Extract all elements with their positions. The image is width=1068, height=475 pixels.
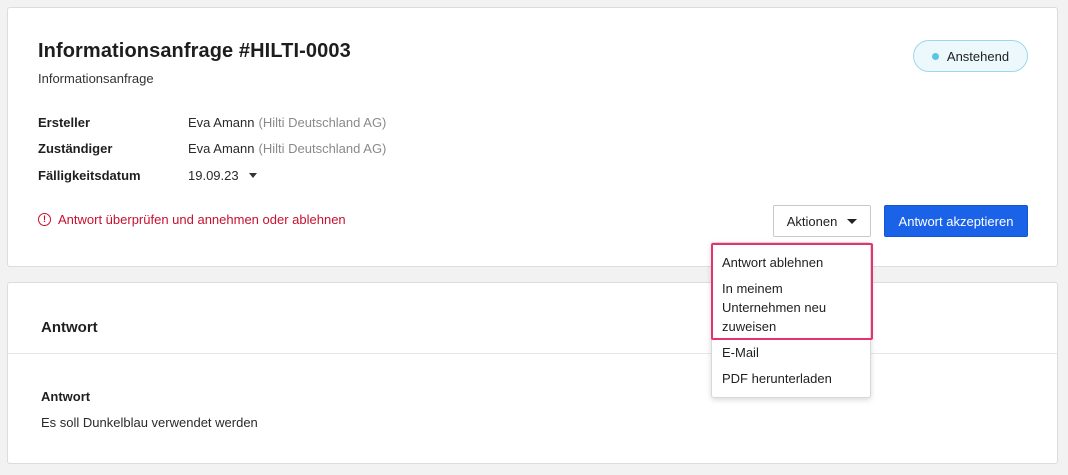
due-date-value: 19.09.23: [188, 168, 239, 183]
warning-text: Antwort überprüfen und annehmen oder abl…: [58, 212, 346, 227]
section-divider: [8, 353, 1057, 354]
detail-label: Zuständiger: [38, 141, 113, 156]
warning-message: ! Antwort überprüfen und annehmen oder a…: [38, 212, 346, 227]
menu-item-reject-answer[interactable]: Antwort ablehnen: [722, 253, 862, 272]
page-subtitle: Informationsanfrage: [38, 71, 154, 86]
accept-answer-button[interactable]: Antwort akzeptieren: [884, 205, 1028, 237]
detail-label: Ersteller: [38, 115, 91, 130]
actions-dropdown-button[interactable]: Aktionen: [773, 205, 871, 237]
answer-field-value: Es soll Dunkelblau verwendet werden: [41, 415, 258, 430]
actions-menu: Antwort ablehnen In meinem Unternehmen n…: [711, 242, 871, 398]
detail-org: (Hilti Deutschland AG): [258, 115, 387, 130]
detail-value: Eva Amann: [188, 115, 255, 130]
request-card: Informationsanfrage #HILTI-0003 Informat…: [7, 7, 1058, 267]
status-dot-icon: [931, 52, 939, 60]
detail-row-creator: Ersteller Eva Amann (Hilti Deutschland A…: [38, 115, 386, 130]
answer-card: Antwort Antwort Es soll Dunkelblau verwe…: [7, 282, 1058, 464]
detail-row-due-date: Fälligkeitsdatum 19.09.23: [38, 168, 257, 183]
answer-field-label: Antwort: [41, 389, 91, 404]
status-label: Anstehend: [946, 48, 1010, 64]
actions-label: Aktionen: [786, 213, 838, 229]
alert-circle-icon: !: [38, 213, 51, 226]
detail-value: Eva Amann: [188, 141, 255, 156]
answer-section-title: Antwort: [41, 319, 98, 336]
menu-item-reassign[interactable]: In meinem Unternehmen neu zuweisen: [722, 279, 862, 336]
menu-item-download-pdf[interactable]: PDF herunterladen: [722, 369, 862, 388]
due-date-dropdown-icon[interactable]: [248, 173, 257, 178]
page-title: Informationsanfrage #HILTI-0003: [38, 40, 351, 62]
detail-row-assignee: Zuständiger Eva Amann (Hilti Deutschland…: [38, 141, 386, 156]
status-badge: Anstehend: [913, 40, 1028, 72]
detail-org: (Hilti Deutschland AG): [258, 141, 387, 156]
detail-label: Fälligkeitsdatum: [38, 168, 141, 183]
caret-down-icon: [847, 218, 858, 224]
menu-item-email[interactable]: E-Mail: [722, 343, 862, 362]
